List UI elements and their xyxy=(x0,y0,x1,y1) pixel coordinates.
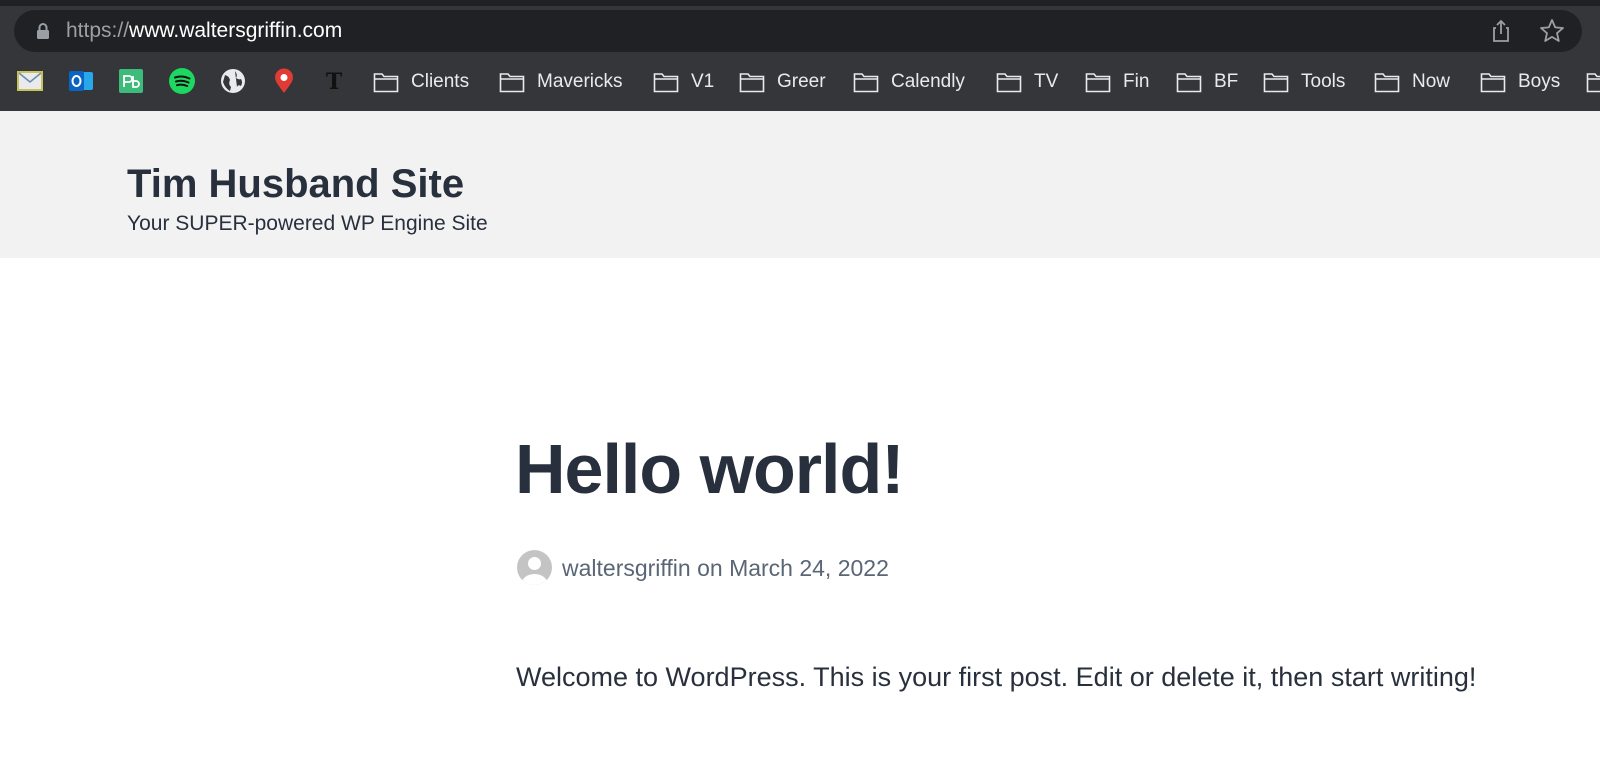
folder-icon xyxy=(739,73,765,93)
mail-icon[interactable] xyxy=(16,67,44,95)
folder-icon xyxy=(373,73,399,93)
bookmark-folder-label: V1 xyxy=(691,71,715,92)
folder-icon xyxy=(1480,73,1506,93)
bookmarks-bar: T Clients Mavericks V1 Greer Calendly TV xyxy=(0,62,1600,102)
folder-icon xyxy=(1586,73,1600,93)
folder-icon xyxy=(1176,73,1202,93)
bookmark-folder-label: Mavericks xyxy=(537,71,623,92)
folder-icon xyxy=(1263,73,1289,93)
site-header: Tim Husband Site Your SUPER-powered WP E… xyxy=(0,111,1600,258)
folder-icon xyxy=(996,73,1022,93)
post-title: Hello world! xyxy=(515,430,905,508)
avatar xyxy=(517,550,552,585)
window-top-strip xyxy=(0,0,1600,6)
maps-pin-icon[interactable] xyxy=(270,67,298,95)
globe-icon[interactable] xyxy=(219,67,247,95)
browser-chrome: https://www.waltersgriffin.com T Clients… xyxy=(0,0,1600,111)
url-text[interactable]: https://www.waltersgriffin.com xyxy=(66,19,342,43)
bookmark-folder-mavericks[interactable]: Mavericks xyxy=(499,68,623,96)
site-tagline: Your SUPER-powered WP Engine Site xyxy=(127,212,488,235)
bookmark-folder-greer[interactable]: Greer xyxy=(739,68,826,96)
bookmark-folder-label: TV xyxy=(1034,71,1059,92)
bookmark-folder-label: BF xyxy=(1214,71,1239,92)
bookmark-folder-v1[interactable]: V1 xyxy=(653,68,714,96)
outlook-icon[interactable] xyxy=(67,67,95,95)
post-date-link[interactable]: March 24, 2022 xyxy=(729,555,889,581)
nytimes-icon[interactable]: T xyxy=(320,67,348,95)
address-bar[interactable]: https://www.waltersgriffin.com xyxy=(14,10,1582,52)
folder-icon xyxy=(1374,73,1400,93)
url-scheme: https:// xyxy=(66,19,130,42)
post-content: Welcome to WordPress. This is your first… xyxy=(516,662,1477,692)
bookmark-folder-label: Fin xyxy=(1123,71,1150,92)
folder-icon xyxy=(499,73,525,93)
author-link[interactable]: waltersgriffin xyxy=(562,555,691,581)
site-title[interactable]: Tim Husband Site xyxy=(127,161,464,207)
spotify-icon[interactable] xyxy=(168,67,196,95)
folder-icon xyxy=(1085,73,1111,93)
star-icon[interactable] xyxy=(1538,17,1566,45)
folder-icon xyxy=(853,73,879,93)
bookmark-folder-tools[interactable]: Tools xyxy=(1263,68,1345,96)
pandadoc-icon[interactable] xyxy=(117,67,145,95)
bookmark-folder-overflow[interactable] xyxy=(1586,68,1600,96)
bookmark-folder-label: Greer xyxy=(777,71,826,92)
bookmark-folder-label: Boys xyxy=(1518,71,1561,92)
bookmark-folder-fin[interactable]: Fin xyxy=(1085,68,1149,96)
bookmark-folder-tv[interactable]: TV xyxy=(996,68,1058,96)
bookmark-folder-label: Calendly xyxy=(891,71,965,92)
bookmark-folder-label: Tools xyxy=(1301,71,1346,92)
url-host: www.waltersgriffin.com xyxy=(129,19,343,42)
svg-text:T: T xyxy=(326,69,343,95)
bookmark-folder-bf[interactable]: BF xyxy=(1176,68,1238,96)
lock-icon[interactable] xyxy=(36,22,50,40)
bookmark-folder-label: Clients xyxy=(411,71,470,92)
byline-separator: on xyxy=(697,555,723,581)
folder-icon xyxy=(653,73,679,93)
post-byline: waltersgriffin on March 24, 2022 xyxy=(562,554,889,582)
bookmark-folder-boys[interactable]: Boys xyxy=(1480,68,1560,96)
share-icon[interactable] xyxy=(1488,18,1514,44)
bookmark-folder-calendly[interactable]: Calendly xyxy=(853,68,965,96)
bookmark-folder-now[interactable]: Now xyxy=(1374,68,1450,96)
bookmark-folder-clients[interactable]: Clients xyxy=(373,68,469,96)
bookmark-folder-label: Now xyxy=(1412,71,1451,92)
